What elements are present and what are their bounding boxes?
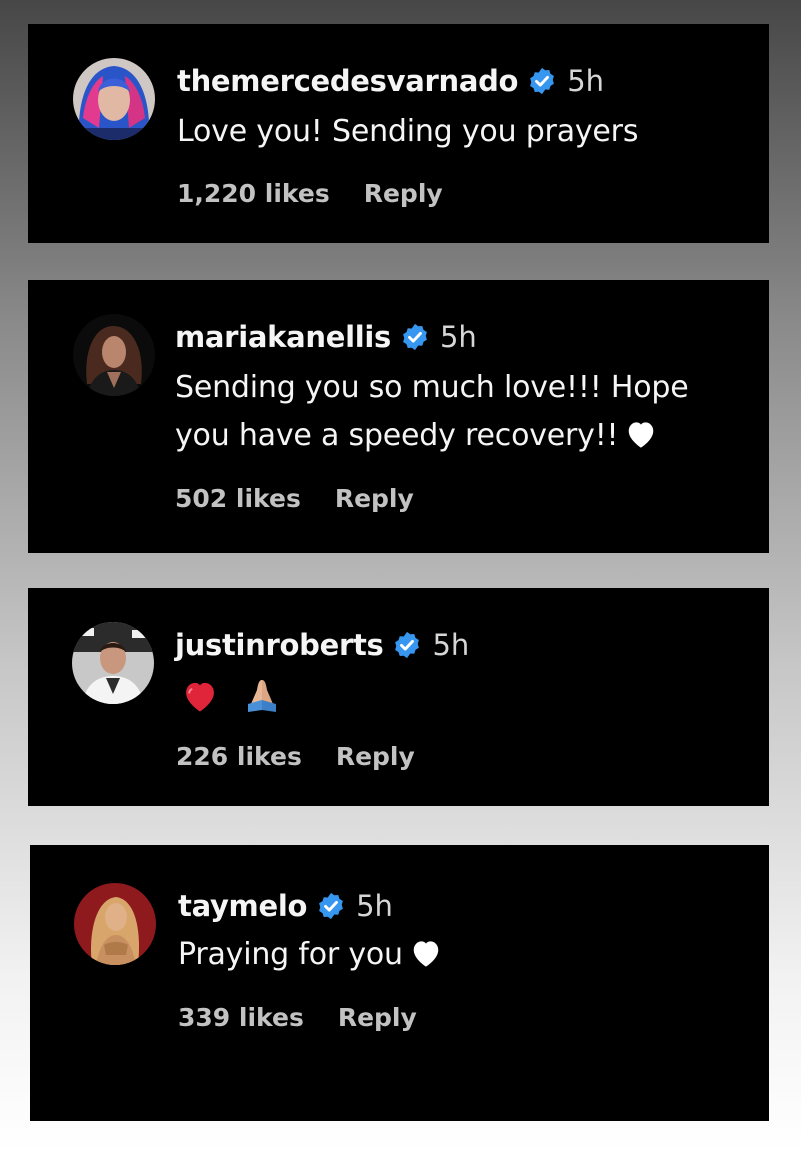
white-heart-icon [624, 419, 658, 449]
reply-button[interactable]: Reply [336, 742, 415, 771]
timestamp: 5h [356, 889, 393, 923]
folded-hands-icon [242, 676, 282, 716]
comment-card: taymelo 5h Praying for you 339 likes Rep… [30, 845, 769, 1121]
likes-count[interactable]: 1,220 likes [177, 179, 330, 208]
timestamp: 5h [432, 628, 470, 662]
comment-line: Sending you so much love!!! Hope [175, 370, 689, 405]
avatar[interactable] [73, 314, 155, 396]
likes-count[interactable]: 502 likes [175, 484, 301, 513]
comment-line: Praying for you [178, 937, 403, 972]
red-heart-icon [180, 679, 220, 713]
likes-count[interactable]: 226 likes [176, 742, 302, 771]
reply-button[interactable]: Reply [364, 179, 443, 208]
comment-card: justinroberts 5h 226 likes Reply [28, 588, 769, 806]
comment-line-wrap: you have a speedy recovery!! [175, 412, 688, 460]
comment-line: Love you! Sending you prayers [177, 114, 639, 149]
reply-button[interactable]: Reply [338, 1003, 417, 1032]
timestamp: 5h [439, 320, 477, 354]
verified-badge-icon [392, 630, 422, 660]
comment-text: Praying for you [178, 931, 443, 979]
username[interactable]: mariakanellis [175, 320, 391, 354]
timestamp: 5h [567, 64, 605, 98]
avatar[interactable] [73, 58, 155, 140]
comment-text [180, 676, 282, 716]
comment-card: themercedesvarnado 5h Love you! Sending … [28, 24, 769, 243]
username[interactable]: justinroberts [175, 628, 384, 662]
white-heart-icon [409, 938, 443, 968]
verified-badge-icon [527, 66, 557, 96]
comment-text: Sending you so much love!!! Hope you hav… [175, 364, 689, 460]
avatar[interactable] [74, 883, 156, 965]
username[interactable]: themercedesvarnado [177, 64, 518, 98]
likes-count[interactable]: 339 likes [178, 1003, 304, 1032]
comment-line: you have a speedy recovery!! [175, 418, 619, 453]
username[interactable]: taymelo [178, 889, 307, 923]
comment-text: Love you! Sending you prayers [177, 108, 638, 156]
avatar[interactable] [72, 622, 154, 704]
verified-badge-icon [316, 891, 346, 921]
verified-badge-icon [400, 322, 430, 352]
reply-button[interactable]: Reply [335, 484, 414, 513]
comment-card: mariakanellis 5h Sending you so much lov… [28, 280, 769, 553]
